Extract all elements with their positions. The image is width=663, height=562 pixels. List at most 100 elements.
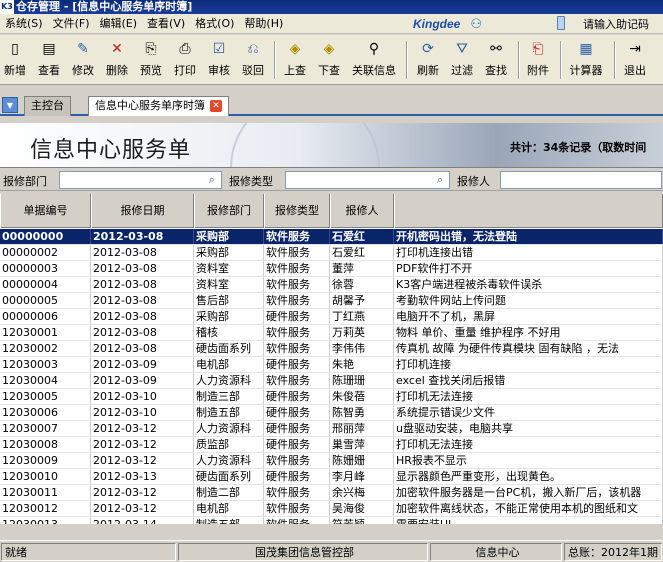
delete-button[interactable]: ✕ 删除	[104, 38, 130, 82]
table-row[interactable]: 12030002 2012-03-08 硬齿面系列 软件服务 李伟伟 传真机 故障 为硬件…	[0, 341, 663, 357]
cell-type: 硬件服务	[264, 389, 330, 404]
cell-content: PDF软件打不开	[394, 261, 663, 276]
exit-icon: ⇥	[629, 41, 641, 57]
view-button[interactable]: ▤ 查看	[36, 38, 62, 82]
table-row[interactable]: 12030010 2012-03-13 硬齿面系列 硬件服务 李月峰 显示器颜色严重变形，…	[0, 469, 663, 485]
table-row[interactable]: 12030003 2012-03-09 电机部 硬件服务 朱艳 打印机连接	[0, 357, 663, 373]
cell-type: 软件服务	[264, 485, 330, 500]
search-icon[interactable]: ⌕	[432, 172, 448, 188]
edit-icon: ✎	[77, 41, 89, 57]
table-row[interactable]: 12030005 2012-03-10 制造三部 硬件服务 朱俊蓓 打印机无法连接	[0, 389, 663, 405]
cell-dept: 硬齿面系列	[194, 341, 264, 356]
filter-button[interactable]: ⛛ 过滤	[448, 38, 476, 82]
table-row[interactable]: 12030012 2012-03-12 电机部 软件服务 吴海俊 加密软件离线状态，不能正…	[0, 501, 663, 517]
grid-body: 00000000 2012-03-08 采购部 软件服务 石爱红 开机密码出错，无法登陆 0…	[0, 229, 663, 524]
tab-service-list[interactable]: 信息中心服务单序时簿 ✕	[88, 96, 229, 116]
dept-filter-input[interactable]	[59, 171, 222, 189]
tab-console[interactable]: 主控台	[24, 96, 71, 116]
table-row[interactable]: 12030011 2012-03-12 制造二部 软件服务 余兴梅 加密软件服务器是一台P…	[0, 485, 663, 501]
window-title: 仓存管理 - [信息中心服务单序时簿]	[16, 0, 193, 13]
preview-icon: ⎘	[145, 41, 157, 57]
refresh-button[interactable]: ⟳ 刷新	[414, 38, 442, 82]
cell-type: 软件服务	[264, 277, 330, 292]
attachment-button[interactable]: ⎗ 附件	[524, 38, 552, 82]
cell-content: 物料 单价、重量 维护程序 不好用	[394, 325, 663, 340]
column-header-date[interactable]: 报修日期	[91, 194, 194, 228]
tab-strip: ▼ 主控台 信息中心服务单序时簿 ✕	[0, 94, 663, 116]
toolbar: ▯ 新增 ▤ 查看 ✎ 修改 ✕ 删除 ⎘ 预览 ⎙ 打印 ☑ 审核 ⎌ 驳回 …	[0, 35, 663, 85]
link-info-button[interactable]: ⚲ 关联信息	[348, 38, 400, 82]
title-bar: K3 仓存管理 - [信息中心服务单序时簿]	[0, 0, 663, 14]
table-row[interactable]: 12030008 2012-03-12 质监部 硬件服务 巢雪萍 打印机无法连接	[0, 437, 663, 453]
exit-button[interactable]: ⇥ 退出	[620, 38, 650, 82]
column-header-type[interactable]: 报修类型	[264, 194, 330, 228]
column-header-dept[interactable]: 报修部门	[194, 194, 264, 228]
cell-doc-no: 12030004	[0, 373, 91, 388]
cell-content: 考勤软件网站上传问题	[394, 293, 663, 308]
menu-help[interactable]: 帮助(H)	[239, 14, 288, 34]
query-down-button[interactable]: ◈ 下查	[316, 38, 342, 82]
cell-content: 显示器颜色严重变形，出现黄色。	[394, 469, 663, 484]
type-filter-input[interactable]	[285, 171, 450, 189]
preview-button[interactable]: ⎘ 预览	[138, 38, 164, 82]
table-row[interactable]: 00000002 2012-03-08 采购部 软件服务 石爱红 打印机连接出错	[0, 245, 663, 261]
table-row[interactable]: 120300132012-03-14制造五部软件服务符芳颖需要安装UI	[0, 517, 663, 524]
cell-dept: 资料室	[194, 261, 264, 276]
cell-date: 2012-03-14	[91, 517, 194, 524]
query-up-button[interactable]: ◈ 上查	[282, 38, 308, 82]
table-row[interactable]: 12030009 2012-03-12 人力资源科 软件服务 陈姗姗 HR报表不显示	[0, 453, 663, 469]
search-icon[interactable]: ⌕	[204, 172, 220, 188]
table-row[interactable]: 00000000 2012-03-08 采购部 软件服务 石爱红 开机密码出错，无法登陆	[0, 229, 663, 245]
cell-doc-no: 12030003	[0, 357, 91, 372]
cell-content: 打印机无法连接	[394, 389, 663, 404]
close-icon[interactable]: ✕	[210, 100, 222, 112]
edit-button[interactable]: ✎ 修改	[70, 38, 96, 82]
cell-date: 2012-03-09	[91, 357, 194, 372]
menu-edit[interactable]: 编辑(E)	[95, 14, 143, 34]
column-header-content[interactable]	[394, 194, 663, 228]
delete-icon: ✕	[111, 41, 123, 57]
menu-file[interactable]: 文件(F)	[48, 14, 95, 34]
cell-content: 打印机连接出错	[394, 245, 663, 260]
table-row[interactable]: 00000006 2012-03-08 采购部 硬件服务 丁红燕 电脑开不了机，黑屏	[0, 309, 663, 325]
cell-date: 2012-03-13	[91, 469, 194, 484]
table-row[interactable]: 12030007 2012-03-12 人力资源科 硬件服务 邢丽萍 u盘驱动安装，电脑共…	[0, 421, 663, 437]
column-header-doc-no[interactable]: 单据编号	[0, 194, 91, 228]
find-icon: ⚯	[490, 41, 502, 57]
cell-date: 2012-03-08	[91, 277, 194, 292]
cell-doc-no: 00000000	[0, 229, 91, 244]
cell-doc-no: 12030002	[0, 341, 91, 356]
table-row[interactable]: 12030006 2012-03-10 制造五部 硬件服务 陈智勇 系统提示错误少文件	[0, 405, 663, 421]
new-button[interactable]: ▯ 新增	[2, 38, 28, 82]
table-row[interactable]: 12030004 2012-03-09 人力资源科 软件服务 陈珊珊 excel 查找关闭…	[0, 373, 663, 389]
menu-view[interactable]: 查看(V)	[142, 14, 190, 34]
status-period: 总账：2012年1期	[564, 543, 662, 561]
table-row[interactable]: 00000003 2012-03-08 资料室 软件服务 董萍 PDF软件打不开	[0, 261, 663, 277]
calculator-button[interactable]: ▦ 计算器	[566, 38, 606, 82]
phone-icon[interactable]	[557, 16, 565, 30]
status-ready: 就绪	[1, 543, 176, 561]
print-button[interactable]: ⎙ 打印	[172, 38, 198, 82]
cell-dept: 人力资源科	[194, 453, 264, 468]
table-row[interactable]: 00000004 2012-03-08 资料室 软件服务 徐蓉 K3客户端进程被杀毒软件误…	[0, 277, 663, 293]
mnemonic-input[interactable]: 请输入助记码	[583, 16, 649, 32]
cell-doc-no: 12030011	[0, 485, 91, 500]
tab-dropdown-icon[interactable]: ▼	[2, 97, 18, 113]
cell-content: K3客户端进程被杀毒软件误杀	[394, 277, 663, 292]
kingdee-logo: Kingdee	[413, 17, 461, 31]
reject-button[interactable]: ⎌ 驳回	[240, 38, 266, 82]
approve-button[interactable]: ☑ 审核	[206, 38, 232, 82]
cell-person: 朱艳	[330, 357, 394, 372]
cell-dept: 制造五部	[194, 405, 264, 420]
find-button[interactable]: ⚯ 查找	[482, 38, 510, 82]
menu-system[interactable]: 系统(S)	[0, 14, 48, 34]
table-row[interactable]: 12030001 2012-03-08 稽核 软件服务 万莉英 物料 单价、重量 维护程序…	[0, 325, 663, 341]
cell-date: 2012-03-12	[91, 437, 194, 452]
people-icon: ⚇	[470, 16, 482, 32]
reject-icon: ⎌	[247, 41, 259, 57]
person-filter-input[interactable]	[500, 171, 662, 189]
table-row[interactable]: 00000005 2012-03-08 售后部 软件服务 胡馨予 考勤软件网站上传问题	[0, 293, 663, 309]
menu-format[interactable]: 格式(O)	[190, 14, 239, 34]
person-filter-label: 报修人	[457, 175, 490, 188]
column-header-person[interactable]: 报修人	[330, 194, 394, 228]
